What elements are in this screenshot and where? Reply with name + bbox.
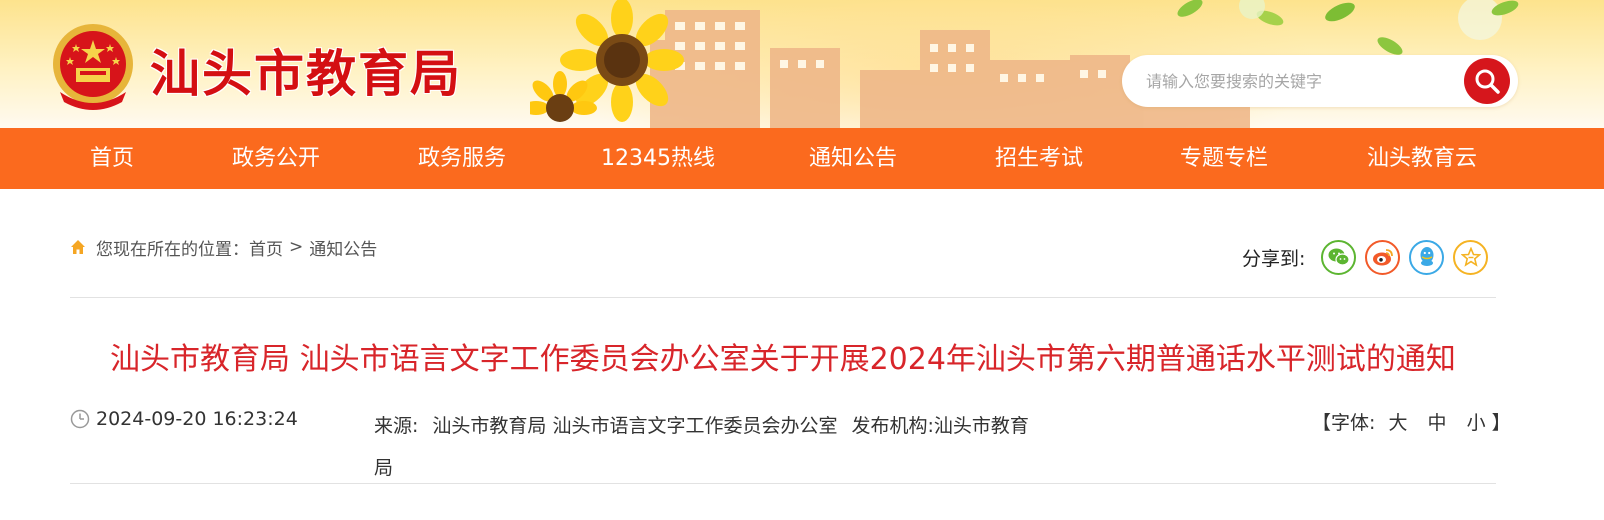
nav-item-government-services[interactable]: 政务服务 bbox=[402, 128, 522, 189]
font-size-close-bracket: 】 bbox=[1491, 412, 1511, 434]
share-qq-button[interactable] bbox=[1409, 239, 1445, 275]
publish-date-text: 2024-09-20 16:23:24 bbox=[96, 408, 298, 430]
share-wechat-button[interactable] bbox=[1321, 239, 1357, 275]
font-size-large-button[interactable]: 大 bbox=[1388, 412, 1407, 434]
header-banner: 汕头市教育局 bbox=[0, 0, 1604, 128]
search-icon bbox=[1475, 69, 1500, 94]
source-value: 汕头市教育局 汕头市语言文字工作委员会办公室 bbox=[432, 415, 838, 437]
breadcrumb: 您现在所在的位置： 首页 > 通知公告 bbox=[70, 235, 377, 260]
main-nav: 首页 政务公开 政务服务 12345热线 通知公告 招生考试 专题专栏 汕头教育… bbox=[0, 128, 1604, 189]
share-favorite-button[interactable] bbox=[1453, 239, 1489, 275]
nav-item-home[interactable]: 首页 bbox=[62, 128, 162, 189]
search-input[interactable] bbox=[1146, 67, 1446, 95]
font-size-control: 【字体: 大 中 小 】 bbox=[1312, 408, 1511, 435]
nav-item-government-affairs[interactable]: 政务公开 bbox=[216, 128, 336, 189]
divider-top bbox=[70, 297, 1496, 298]
national-emblem-icon bbox=[53, 24, 133, 110]
breadcrumb-home-link[interactable]: 首页 bbox=[249, 235, 283, 260]
font-size-small-button[interactable]: 小 bbox=[1467, 412, 1486, 434]
nav-item-notices[interactable]: 通知公告 bbox=[793, 128, 913, 189]
star-icon bbox=[1460, 247, 1481, 267]
nav-item-special-topics[interactable]: 专题专栏 bbox=[1164, 128, 1284, 189]
article-title: 汕头市教育局 汕头市语言文字工作委员会办公室关于开展2024年汕头市第六期普通话… bbox=[110, 342, 1456, 377]
source-label: 来源: bbox=[374, 415, 419, 437]
clock-icon bbox=[70, 409, 90, 429]
search-box bbox=[1122, 55, 1518, 107]
nav-item-education-cloud[interactable]: 汕头教育云 bbox=[1356, 128, 1488, 189]
breadcrumb-separator: > bbox=[289, 237, 304, 257]
nav-item-hotline[interactable]: 12345热线 bbox=[590, 128, 726, 189]
article-source-info: 来源: 汕头市教育局 汕头市语言文字工作委员会办公室 发布机构:汕头市教育局 bbox=[374, 405, 1034, 489]
home-icon bbox=[71, 240, 85, 254]
font-size-label: 【字体: bbox=[1312, 412, 1376, 434]
wechat-icon bbox=[1328, 248, 1350, 266]
search-button[interactable] bbox=[1464, 58, 1510, 104]
breadcrumb-current-link[interactable]: 通知公告 bbox=[309, 235, 377, 260]
breadcrumb-prefix: 您现在所在的位置： bbox=[96, 239, 249, 260]
share-bar: 分享到: bbox=[1242, 238, 1497, 276]
share-label: 分享到: bbox=[1242, 247, 1306, 270]
publish-date: 2024-09-20 16:23:24 bbox=[70, 408, 298, 430]
share-weibo-button[interactable] bbox=[1365, 239, 1401, 275]
weibo-icon bbox=[1372, 249, 1393, 266]
font-size-medium-button[interactable]: 中 bbox=[1428, 412, 1447, 434]
publisher-label: 发布机构: bbox=[851, 415, 934, 437]
nav-item-admissions[interactable]: 招生考试 bbox=[979, 128, 1099, 189]
site-title[interactable]: 汕头市教育局 bbox=[150, 34, 462, 106]
divider-bottom bbox=[70, 483, 1496, 484]
qq-icon bbox=[1420, 247, 1434, 266]
